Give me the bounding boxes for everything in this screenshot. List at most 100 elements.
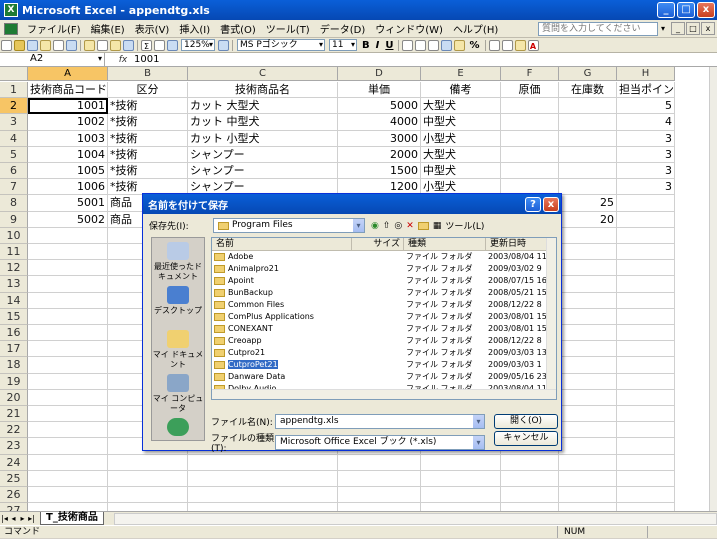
print-preview-icon[interactable] xyxy=(66,39,77,51)
cell[interactable] xyxy=(421,454,501,471)
place-recent[interactable]: 最近使ったドキュメント xyxy=(152,238,204,282)
place-network[interactable] xyxy=(152,414,204,458)
print-icon[interactable] xyxy=(53,39,64,51)
file-row[interactable]: CutproPet21 ファイル フォルダ 2009/03/03 1 xyxy=(212,359,556,371)
column-header[interactable]: H xyxy=(617,67,675,80)
cell[interactable]: シャンプー xyxy=(188,163,338,180)
cell[interactable] xyxy=(501,114,559,131)
cell[interactable] xyxy=(559,308,617,325)
cell[interactable]: 担当ポイント xyxy=(617,82,675,99)
cell[interactable] xyxy=(617,389,675,406)
align-right-icon[interactable] xyxy=(428,39,440,51)
spelling-icon[interactable] xyxy=(84,39,95,51)
cell[interactable] xyxy=(501,130,559,147)
column-header[interactable]: B xyxy=(108,67,188,80)
sheet-tab[interactable]: T_技術商品 xyxy=(40,512,104,525)
cell[interactable] xyxy=(28,276,108,293)
cell[interactable]: 4 xyxy=(617,114,675,131)
cell[interactable] xyxy=(617,211,675,228)
new-icon[interactable] xyxy=(1,39,12,51)
menu-item[interactable]: 挿入(I) xyxy=(174,21,215,36)
cell[interactable] xyxy=(617,325,675,342)
first-sheet-icon[interactable]: |◂ xyxy=(0,514,9,523)
cell[interactable] xyxy=(617,422,675,439)
row-header[interactable]: 18 xyxy=(0,357,28,374)
row-header[interactable]: 25 xyxy=(0,470,28,487)
cell[interactable] xyxy=(559,487,617,504)
cell[interactable] xyxy=(559,130,617,147)
row-header[interactable]: 2 xyxy=(0,98,28,115)
cell[interactable] xyxy=(421,503,501,511)
row-header[interactable]: 5 xyxy=(0,146,28,163)
file-list-vscroll[interactable] xyxy=(546,238,556,399)
insert-function-icon[interactable]: fx xyxy=(115,55,131,65)
row-header[interactable]: 1 xyxy=(0,82,28,99)
cut-icon[interactable] xyxy=(97,39,108,51)
close-button[interactable]: x xyxy=(697,2,715,18)
row-header[interactable]: 7 xyxy=(0,179,28,196)
cell[interactable]: 1005 xyxy=(28,163,108,180)
cell[interactable] xyxy=(559,470,617,487)
cell[interactable]: *技術 xyxy=(108,146,188,163)
workbook-minimize-button[interactable]: _ xyxy=(671,22,685,35)
cell[interactable] xyxy=(28,373,108,390)
cell[interactable]: 1003 xyxy=(28,130,108,147)
align-center-icon[interactable] xyxy=(415,39,427,51)
column-header[interactable]: G xyxy=(559,67,617,80)
cell[interactable]: 大型犬 xyxy=(421,98,501,115)
cell[interactable] xyxy=(338,503,421,511)
row-header[interactable]: 8 xyxy=(0,195,28,212)
row-header[interactable]: 24 xyxy=(0,454,28,471)
cell[interactable] xyxy=(559,276,617,293)
cell[interactable] xyxy=(28,308,108,325)
cell[interactable]: 1500 xyxy=(338,163,421,180)
file-row[interactable]: Creoapp ファイル フォルダ 2008/12/22 8 xyxy=(212,335,556,347)
chevron-down-icon[interactable]: ▾ xyxy=(353,219,364,232)
row-header[interactable]: 4 xyxy=(0,130,28,147)
back-icon[interactable]: ◉ xyxy=(371,221,379,231)
permission-icon[interactable] xyxy=(40,39,51,51)
merge-center-icon[interactable] xyxy=(441,39,453,51)
underline-button[interactable]: U xyxy=(385,40,393,51)
tools-menu[interactable]: ツール(L) xyxy=(445,219,484,232)
column-header[interactable]: D xyxy=(338,67,421,80)
cell[interactable]: 小型犬 xyxy=(421,130,501,147)
row-header[interactable]: 20 xyxy=(0,389,28,406)
open-button[interactable]: 開く(O) xyxy=(494,414,558,429)
place-my-documents[interactable]: マイ ドキュメント xyxy=(152,326,204,370)
cell[interactable]: 3 xyxy=(617,163,675,180)
menu-item[interactable]: データ(D) xyxy=(315,21,371,36)
cell[interactable] xyxy=(617,308,675,325)
cell[interactable]: 20 xyxy=(559,211,617,228)
cell[interactable] xyxy=(338,487,421,504)
indent-icon[interactable] xyxy=(488,39,500,51)
place-my-computer[interactable]: マイ コンピュータ xyxy=(152,370,204,414)
cell[interactable] xyxy=(617,503,675,511)
cell[interactable]: 1004 xyxy=(28,146,108,163)
font-size-select[interactable]: 11 xyxy=(329,39,357,51)
row-header[interactable]: 27 xyxy=(0,503,28,511)
cell[interactable]: 3 xyxy=(617,146,675,163)
search-web-icon[interactable]: ◎ xyxy=(394,221,402,231)
cell[interactable] xyxy=(28,406,108,423)
col-date[interactable]: 更新日時 xyxy=(486,238,548,250)
menu-item[interactable]: 表示(V) xyxy=(130,21,175,36)
cell[interactable] xyxy=(28,470,108,487)
help-dropdown-icon[interactable]: ▾ xyxy=(658,24,668,33)
cell[interactable] xyxy=(617,227,675,244)
cell[interactable]: 中型犬 xyxy=(421,163,501,180)
row-header[interactable]: 6 xyxy=(0,163,28,180)
column-header[interactable]: A xyxy=(28,67,108,80)
filetype-select[interactable]: Microsoft Office Excel ブック (*.xls) ▾ xyxy=(275,435,485,450)
delete-icon[interactable]: ✕ xyxy=(406,221,414,231)
cell[interactable] xyxy=(28,454,108,471)
file-row[interactable]: Common Files ファイル フォルダ 2008/12/22 8 xyxy=(212,299,556,311)
cell[interactable] xyxy=(559,389,617,406)
menu-item[interactable]: 書式(O) xyxy=(215,21,261,36)
cell[interactable] xyxy=(421,487,501,504)
cell[interactable]: 原価 xyxy=(501,82,559,99)
cell[interactable] xyxy=(28,438,108,455)
cell[interactable] xyxy=(559,146,617,163)
cell[interactable] xyxy=(501,146,559,163)
file-row[interactable]: ComPlus Applications ファイル フォルダ 2003/08/01 … xyxy=(212,311,556,323)
